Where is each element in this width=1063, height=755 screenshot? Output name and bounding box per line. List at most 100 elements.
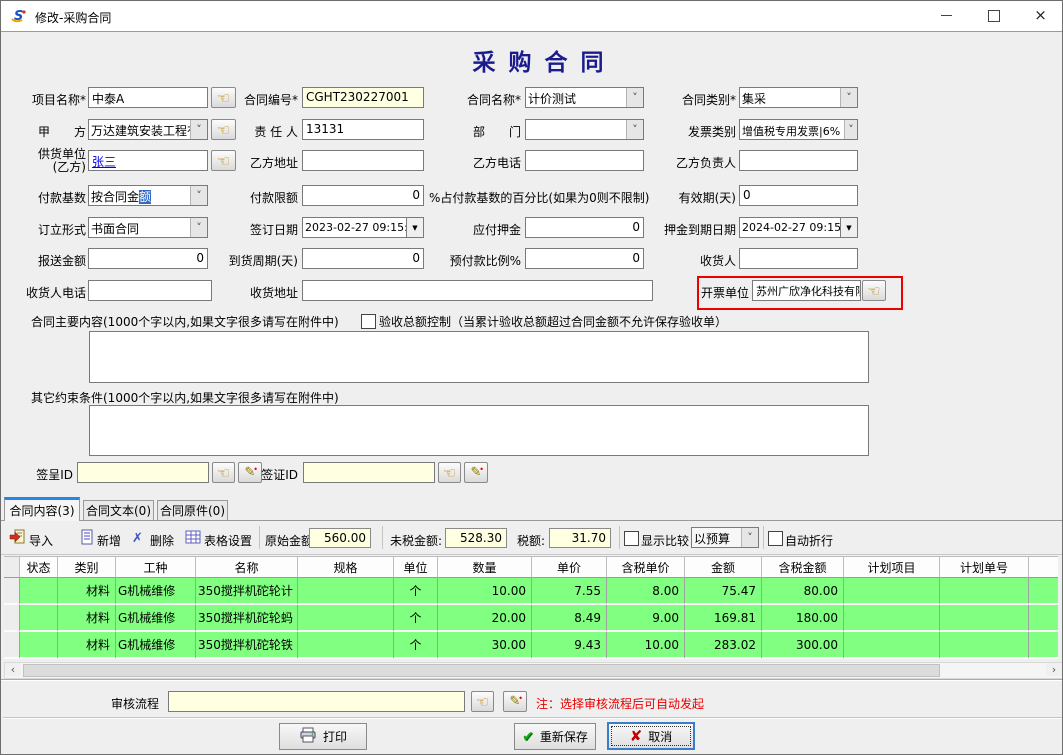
accept-total-control-checkbox[interactable] [361, 314, 376, 329]
qianzheng-picker-button[interactable]: ☜ [438, 462, 461, 483]
cell-worktype[interactable]: G机械维修 [116, 578, 196, 605]
cell-name[interactable]: 350搅拌机砣轮计 [196, 578, 298, 605]
payment-base-combo[interactable]: 按合同金额 ˅ [88, 185, 208, 206]
audit-flow-edit-button[interactable]: ✎ [503, 691, 527, 712]
audit-flow-picker-button[interactable]: ☜ [471, 691, 494, 712]
project-name-input[interactable]: 中泰A [88, 87, 208, 108]
chevron-down-icon[interactable]: ˅ [844, 120, 857, 139]
cell-category[interactable]: 材料 [58, 632, 116, 659]
audit-flow-input[interactable] [168, 691, 465, 712]
row-indicator[interactable] [4, 578, 20, 605]
contract-no-input[interactable]: CGHT230227001 [302, 87, 424, 108]
chevron-down-icon[interactable]: ˅ [741, 528, 758, 547]
cell-name[interactable]: 350搅拌机砣轮铁 [196, 632, 298, 659]
qiancheng-picker-button[interactable]: ☜ [212, 462, 235, 483]
party-b-address-input[interactable] [302, 150, 424, 171]
party-a-combo[interactable]: 万达建筑安装工程有 ˅ [88, 119, 208, 140]
resave-button[interactable]: ✔ 重新保存 [514, 723, 596, 750]
qiancheng-id-input[interactable] [77, 462, 209, 483]
tab-contract-content[interactable]: 合同内容(3) [4, 497, 80, 521]
cell-price[interactable]: 7.55 [532, 578, 607, 605]
chevron-down-icon[interactable]: ˅ [190, 120, 207, 139]
receiver-input[interactable] [739, 248, 858, 269]
qianzheng-id-input[interactable] [303, 462, 435, 483]
cell-taxed-amount[interactable]: 300.00 [762, 632, 844, 659]
cell-status[interactable] [20, 578, 58, 605]
cell-unit[interactable]: 个 [394, 578, 438, 605]
party-b-leader-input[interactable] [739, 150, 858, 171]
qianzheng-edit-button[interactable]: ✎ [464, 462, 488, 483]
tab-contract-text[interactable]: 合同文本(0) [83, 500, 154, 521]
cell-taxed-price[interactable]: 9.00 [607, 605, 685, 632]
import-button[interactable]: 导入 [29, 532, 53, 549]
main-content-textarea[interactable] [89, 331, 869, 383]
other-terms-textarea[interactable] [89, 405, 869, 456]
invoice-unit-picker-button[interactable]: ☜ [862, 280, 886, 301]
close-button[interactable]: × [1018, 1, 1063, 30]
cell-amount[interactable]: 169.81 [685, 605, 762, 632]
contract-type-combo[interactable]: 集采 ˅ [739, 87, 858, 108]
cell-price[interactable]: 9.43 [532, 632, 607, 659]
cell-category[interactable]: 材料 [58, 605, 116, 632]
cell-qty[interactable]: 10.00 [438, 578, 532, 605]
dropdown-icon[interactable]: ▼ [840, 218, 857, 237]
supplier-input[interactable]: 张三 [88, 150, 208, 171]
cell-amount[interactable]: 283.02 [685, 632, 762, 659]
cancel-button[interactable]: ✘ 取消 [607, 722, 695, 750]
cell-taxed-amount[interactable]: 180.00 [762, 605, 844, 632]
compare-checkbox[interactable] [624, 531, 639, 546]
cell-taxed-price[interactable]: 10.00 [607, 632, 685, 659]
deposit-due-picker[interactable]: 2024-02-27 09:15: ▼ [739, 217, 858, 238]
chevron-down-icon[interactable]: ˅ [840, 88, 857, 107]
compare-mode-combo[interactable]: 以预算 ˅ [691, 527, 759, 548]
cell-plan-project[interactable] [844, 632, 940, 659]
cell-name[interactable]: 350搅拌机砣轮蚂 [196, 605, 298, 632]
minimize-button[interactable] [924, 1, 969, 30]
delete-button[interactable]: 删除 [150, 532, 174, 549]
row-indicator[interactable] [4, 632, 20, 659]
scrollbar-thumb[interactable] [23, 664, 940, 677]
cell-plan-project[interactable] [844, 578, 940, 605]
cell-worktype[interactable]: G机械维修 [116, 632, 196, 659]
delivery-days-input[interactable]: 0 [302, 248, 424, 269]
valid-days-input[interactable]: 0 [739, 185, 858, 206]
cell-amount[interactable]: 75.47 [685, 578, 762, 605]
cell-taxed-amount[interactable]: 80.00 [762, 578, 844, 605]
duty-person-input[interactable]: 13131 [302, 119, 424, 140]
table-row[interactable]: 材料 G机械维修 350搅拌机砣轮计 个 10.00 7.55 8.00 75.… [4, 578, 1058, 605]
table-row[interactable]: 材料 G机械维修 350搅拌机砣轮蚂 个 20.00 8.49 9.00 169… [4, 605, 1058, 632]
table-setup-button[interactable]: 表格设置 [204, 532, 252, 549]
autowrap-checkbox[interactable] [768, 531, 783, 546]
cell-price[interactable]: 8.49 [532, 605, 607, 632]
horizontal-scrollbar[interactable]: ‹ › [4, 662, 1063, 679]
cell-plan-no[interactable] [940, 605, 1029, 632]
cell-status[interactable] [20, 605, 58, 632]
add-button[interactable]: 新增 [97, 532, 121, 549]
cell-taxed-price[interactable]: 8.00 [607, 578, 685, 605]
chevron-down-icon[interactable]: ˅ [190, 218, 207, 237]
receive-address-input[interactable] [302, 280, 653, 301]
cell-spec[interactable] [298, 605, 394, 632]
cell-spec[interactable] [298, 578, 394, 605]
chevron-down-icon[interactable]: ˅ [190, 186, 207, 205]
cell-unit[interactable]: 个 [394, 632, 438, 659]
cell-unit[interactable]: 个 [394, 605, 438, 632]
table-row[interactable]: 材料 G机械维修 350搅拌机砣轮铁 个 30.00 9.43 10.00 28… [4, 632, 1058, 659]
invoice-unit-input[interactable]: 苏州广欣净化科技有限 [752, 280, 861, 301]
scroll-right-button[interactable]: › [1046, 663, 1062, 676]
report-amount-input[interactable]: 0 [88, 248, 208, 269]
row-indicator[interactable] [4, 605, 20, 632]
tab-contract-original[interactable]: 合同原件(0) [157, 500, 228, 521]
payment-limit-input[interactable]: 0 [302, 185, 424, 206]
cell-status[interactable] [20, 632, 58, 659]
invoice-type-combo[interactable]: 增值税专用发票|6% ˅ [739, 119, 858, 140]
cell-plan-no[interactable] [940, 632, 1029, 659]
form-mode-combo[interactable]: 书面合同 ˅ [88, 217, 208, 238]
print-button[interactable]: 打印 [279, 723, 367, 750]
supplier-link-text[interactable]: 张三 [92, 155, 116, 169]
receiver-phone-input[interactable] [88, 280, 212, 301]
cell-qty[interactable]: 20.00 [438, 605, 532, 632]
cell-plan-project[interactable] [844, 605, 940, 632]
cell-worktype[interactable]: G机械维修 [116, 605, 196, 632]
sign-date-picker[interactable]: 2023-02-27 09:15: ▼ [302, 217, 424, 238]
